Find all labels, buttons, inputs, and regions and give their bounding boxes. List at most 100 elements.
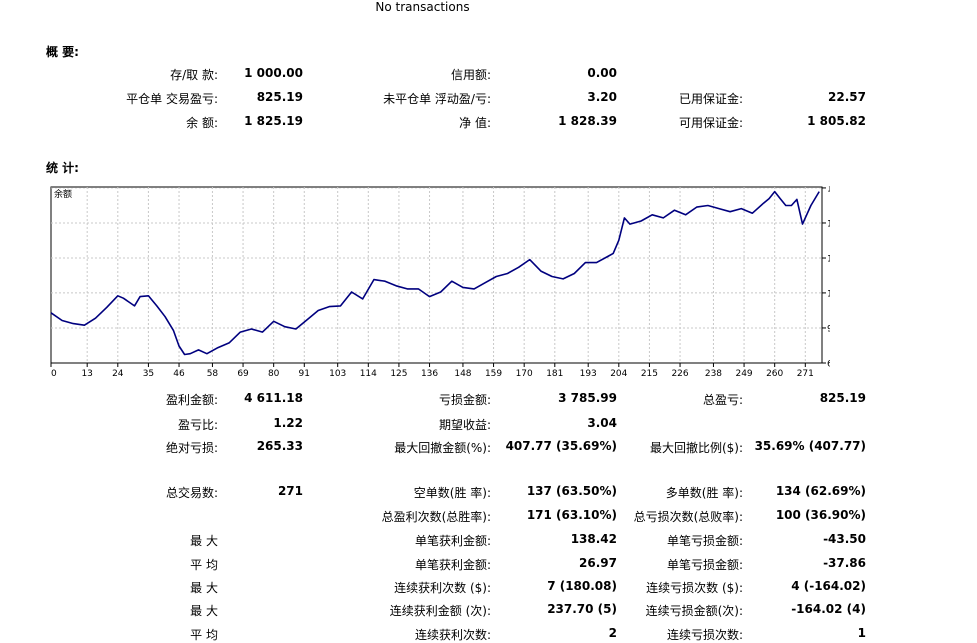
y-tick-label-2: 1134 <box>827 289 830 299</box>
statistics-value-r2-c0: 265.33 <box>256 439 303 453</box>
summary-value-r0-c0: 1 000.00 <box>244 66 303 80</box>
x-tick-label-2: 24 <box>112 369 124 378</box>
statistics-label-r8-c0: 最 大 <box>190 604 218 618</box>
statistics-label-r7-c0: 最 大 <box>190 581 218 595</box>
summary-label-r1-c2: 已用保证金: <box>678 92 743 106</box>
x-tick-label-4: 46 <box>173 369 185 378</box>
x-tick-label-15: 170 <box>516 369 533 378</box>
statistics-value-r4-c2: 100 (36.90%) <box>775 508 866 522</box>
x-tick-label-5: 58 <box>207 369 219 378</box>
y-tick-label-3: 1360 <box>827 255 830 265</box>
statistics-value-r5-c2: -43.50 <box>823 532 866 546</box>
statistics-label-r2-c1: 最大回撤金额(%): <box>394 441 491 455</box>
statistics-value-r3-c2: 134 (62.69%) <box>775 484 866 498</box>
x-tick-label-1: 13 <box>81 369 92 378</box>
x-tick-label-19: 215 <box>641 369 658 378</box>
x-tick-label-18: 204 <box>610 369 627 378</box>
statistics-value-r1-c0: 1.22 <box>273 416 303 430</box>
summary-value-r1-c2: 22.57 <box>828 90 866 104</box>
statistics-value-r8-c2: -164.02 (4) <box>791 602 866 616</box>
x-tick-label-7: 80 <box>268 369 280 378</box>
statistics-value-r3-c0: 271 <box>277 484 303 498</box>
statistics-value-r4-c1: 171 (63.10%) <box>526 508 617 522</box>
summary-value-r2-c1: 1 828.39 <box>558 114 617 128</box>
summary-label-r1-c0: 平仓单 交易盈亏: <box>126 92 218 106</box>
statistics-title: 统 计: <box>46 161 79 175</box>
statistics-label-r2-c2: 最大回撤比例($): <box>649 441 743 455</box>
x-tick-label-23: 260 <box>766 369 783 378</box>
x-tick-label-13: 148 <box>454 369 471 378</box>
y-tick-label-5: 1814 <box>827 186 830 194</box>
summary-label-r2-c0: 余 额: <box>186 116 218 130</box>
x-tick-label-11: 125 <box>390 369 407 378</box>
statistics-value-r1-c1: 3.04 <box>587 416 617 430</box>
statistics-label-r2-c0: 绝对亏损: <box>165 441 218 455</box>
x-tick-label-20: 226 <box>671 369 688 378</box>
summary-title: 概 要: <box>46 45 79 59</box>
x-tick-label-24: 271 <box>797 369 814 378</box>
summary-label-r2-c2: 可用保证金: <box>678 116 743 130</box>
statistics-value-r9-c2: 1 <box>857 626 866 640</box>
statistics-label-r3-c0: 总交易数: <box>165 486 218 500</box>
balance-chart: 680 907 1134 1360 1587 1814 0 13 24 35 46 58 69 80 91 1… <box>50 186 830 378</box>
statistics-label-r7-c1: 连续获利次数 ($): <box>394 581 491 595</box>
statistics-value-r2-c2: 35.69% (407.77) <box>754 439 866 453</box>
summary-value-r2-c2: 1 805.82 <box>807 114 866 128</box>
x-tick-label-12: 136 <box>421 369 438 378</box>
summary-value-r2-c0: 1 825.19 <box>244 114 303 128</box>
plot-frame <box>50 186 823 364</box>
x-tick-label-0: 0 <box>51 369 57 378</box>
statistics-label-r3-c1: 空单数(胜 率): <box>413 486 491 500</box>
x-tick-label-17: 193 <box>580 369 597 378</box>
y-tick-label-4: 1587 <box>827 219 830 229</box>
summary-label-r0-c0: 存/取 款: <box>170 68 218 82</box>
x-tick-label-16: 181 <box>546 369 563 378</box>
statistics-label-r3-c2: 多单数(胜 率): <box>665 486 743 500</box>
statistics-label-r0-c0: 盈利金额: <box>165 393 218 407</box>
statistics-label-r9-c1: 连续获利次数: <box>414 628 491 642</box>
x-tick-label-21: 238 <box>705 369 722 378</box>
statistics-label-r1-c0: 盈亏比: <box>177 418 218 432</box>
statistics-label-r0-c2: 总盈亏: <box>702 393 743 407</box>
statistics-value-r6-c2: -37.86 <box>823 556 866 570</box>
statistics-label-r8-c1: 连续获利金额 (次): <box>389 604 491 618</box>
statistics-value-r0-c2: 825.19 <box>819 391 866 405</box>
statistics-value-r5-c1: 138.42 <box>570 532 617 546</box>
y-tick-label-0: 680 <box>827 360 830 370</box>
statistics-label-r5-c2: 单笔亏损金额: <box>666 534 743 548</box>
x-tick-label-9: 103 <box>329 369 346 378</box>
series-label: 余额 <box>54 188 72 200</box>
statistics-label-r4-c2: 总亏损次数(总败率): <box>633 510 743 524</box>
summary-label-r2-c1: 净 值: <box>459 116 491 130</box>
x-tick-label-22: 249 <box>735 369 752 378</box>
statistics-value-r0-c1: 3 785.99 <box>558 391 617 405</box>
statistics-value-r7-c2: 4 (-164.02) <box>791 579 866 593</box>
x-tick-label-10: 114 <box>360 369 377 378</box>
summary-value-r0-c1: 0.00 <box>587 66 617 80</box>
no-transactions-text: No transactions <box>375 0 470 14</box>
statistics-label-r0-c1: 亏损金额: <box>438 393 491 407</box>
statistics-label-r8-c2: 连续亏损金额(次): <box>645 604 743 618</box>
statistics-label-r6-c0: 平 均 <box>190 558 218 572</box>
statistics-label-r1-c1: 期望收益: <box>438 418 491 432</box>
statistics-value-r2-c1: 407.77 (35.69%) <box>505 439 617 453</box>
summary-value-r1-c0: 825.19 <box>256 90 303 104</box>
statistics-label-r7-c2: 连续亏损次数 ($): <box>646 581 743 595</box>
y-tick-label-1: 907 <box>827 324 830 334</box>
statistics-label-r6-c2: 单笔亏损金额: <box>666 558 743 572</box>
statistics-label-r6-c1: 单笔获利金额: <box>414 558 491 572</box>
x-tick-label-8: 91 <box>299 369 310 378</box>
statistics-value-r9-c1: 2 <box>608 626 617 640</box>
statistics-label-r4-c1: 总盈利次数(总胜率): <box>381 510 491 524</box>
x-tick-label-14: 159 <box>485 369 502 378</box>
summary-label-r1-c1: 未平仓单 浮动盈/亏: <box>383 92 491 106</box>
statistics-value-r6-c1: 26.97 <box>579 556 617 570</box>
statistics-value-r0-c0: 4 611.18 <box>244 391 303 405</box>
statistics-value-r7-c1: 7 (180.08) <box>547 579 617 593</box>
statistics-value-r8-c1: 237.70 (5) <box>547 602 617 616</box>
statistics-label-r9-c2: 连续亏损次数: <box>666 628 743 642</box>
statistics-label-r5-c0: 最 大 <box>190 534 218 548</box>
x-tick-label-6: 69 <box>237 369 249 378</box>
statistics-value-r3-c1: 137 (63.50%) <box>526 484 617 498</box>
statistics-label-r5-c1: 单笔获利金额: <box>414 534 491 548</box>
